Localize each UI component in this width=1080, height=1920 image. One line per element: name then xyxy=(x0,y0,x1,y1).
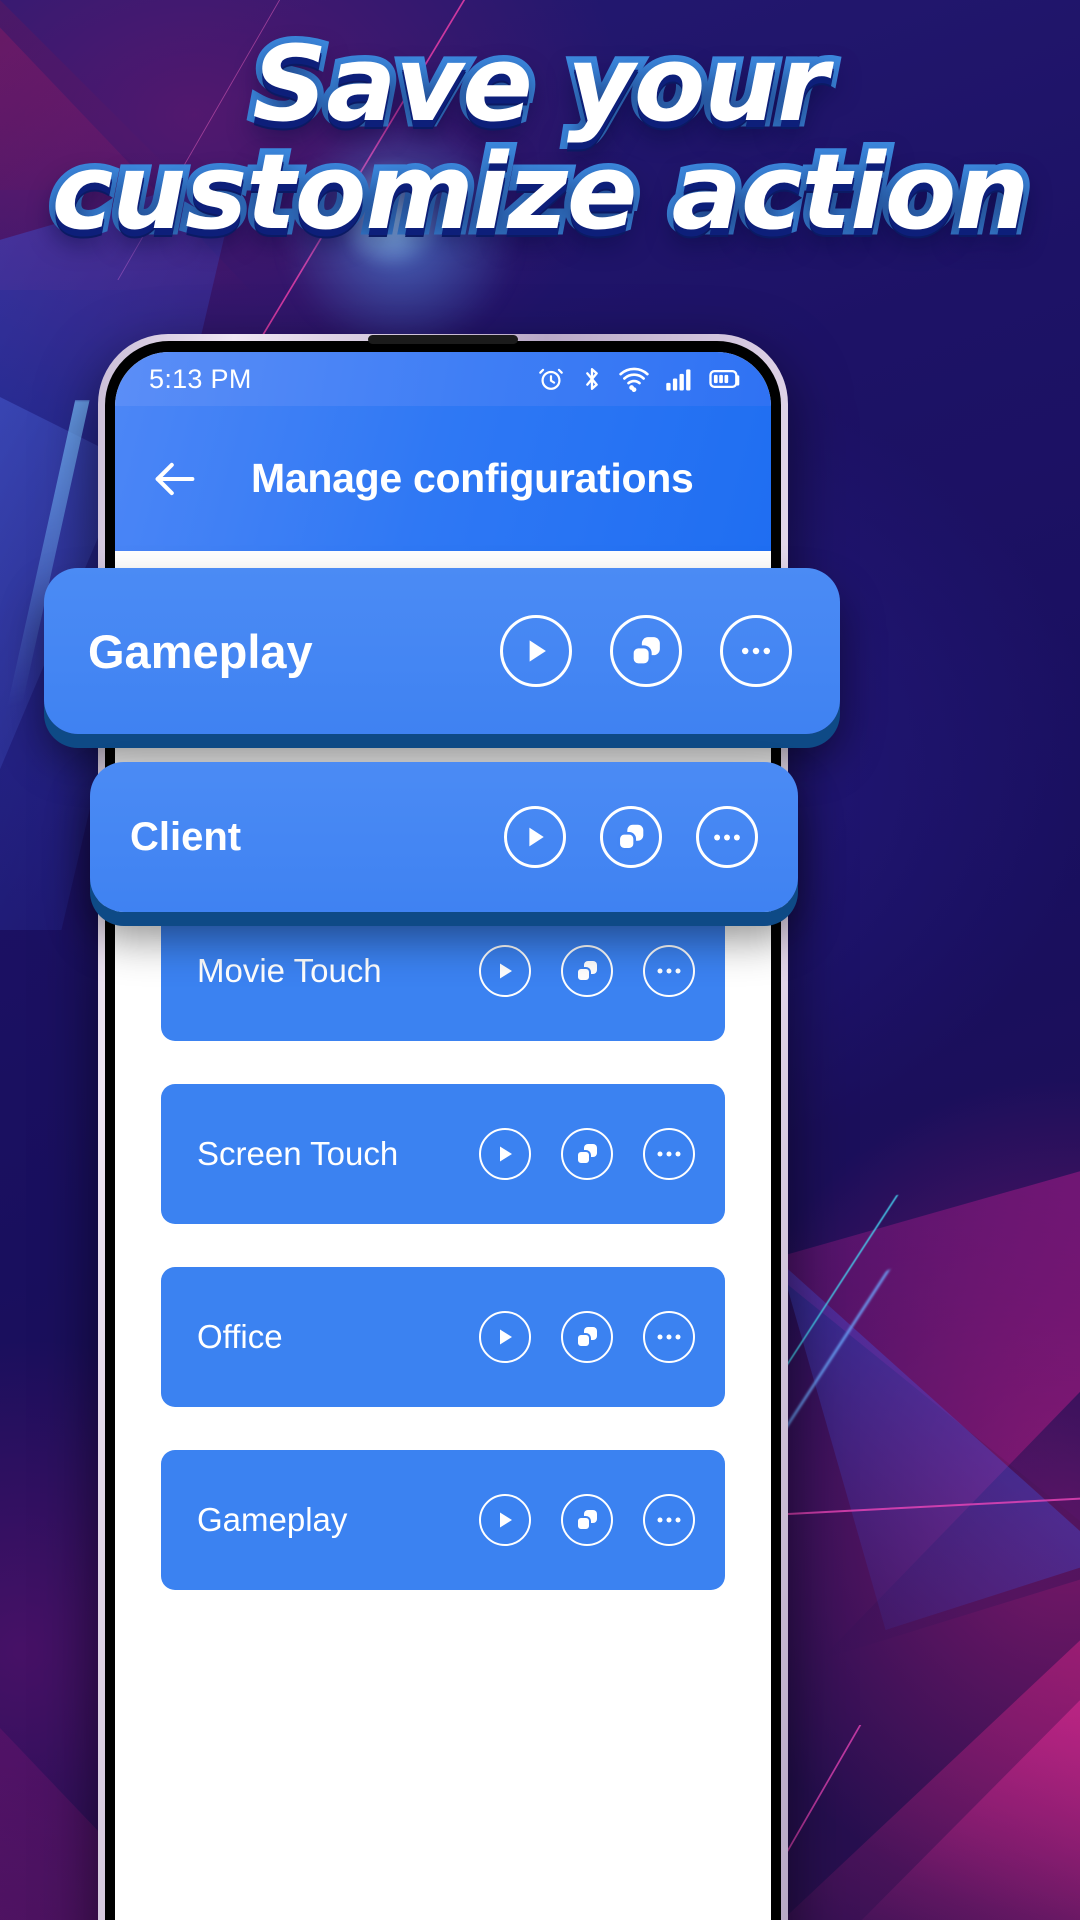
config-actions xyxy=(500,615,792,687)
highlight-card-client[interactable]: Client xyxy=(90,762,798,912)
phone-earpiece-speaker xyxy=(368,335,518,344)
play-button[interactable] xyxy=(479,1494,531,1546)
config-name: Client xyxy=(130,814,242,859)
duplicate-button[interactable] xyxy=(561,945,613,997)
decor-wedge-right-2 xyxy=(780,1262,1080,1630)
play-button[interactable] xyxy=(504,806,566,868)
decor-neon-line-pink xyxy=(760,1495,1080,1527)
copy-icon xyxy=(576,1144,597,1165)
status-bar-icons xyxy=(537,365,741,393)
decor-wedge-right-dark xyxy=(820,1330,1080,1660)
more-options-button[interactable] xyxy=(720,615,792,687)
play-button[interactable] xyxy=(479,1128,531,1180)
play-button[interactable] xyxy=(479,1311,531,1363)
config-name: Movie Touch xyxy=(197,952,382,989)
config-name: Gameplay xyxy=(197,1501,348,1538)
play-icon xyxy=(529,827,544,847)
decor-wedge-right-4 xyxy=(842,1680,1080,1920)
play-icon xyxy=(500,1146,512,1162)
battery-icon xyxy=(709,369,740,389)
status-bar-time: 5:13 PM xyxy=(149,363,252,394)
play-icon xyxy=(500,1512,512,1528)
play-button[interactable] xyxy=(500,615,572,687)
copy-icon xyxy=(630,637,660,667)
more-horizontal-icon xyxy=(714,834,740,840)
duplicate-button[interactable] xyxy=(610,615,682,687)
page-title: Manage configurations xyxy=(251,455,694,501)
config-actions xyxy=(479,1128,695,1180)
more-options-button[interactable] xyxy=(643,945,695,997)
cellular-signal-icon xyxy=(666,369,691,391)
more-horizontal-icon xyxy=(657,1151,681,1157)
back-arrow-icon[interactable] xyxy=(149,453,201,505)
highlight-card-gameplay[interactable]: Gameplay xyxy=(44,568,840,734)
more-options-button[interactable] xyxy=(643,1128,695,1180)
duplicate-button[interactable] xyxy=(561,1494,613,1546)
copy-icon xyxy=(576,961,597,982)
duplicate-button[interactable] xyxy=(561,1128,613,1180)
status-bar: 5:13 PM xyxy=(115,352,771,406)
more-horizontal-icon xyxy=(657,968,681,974)
more-horizontal-icon xyxy=(657,1334,681,1340)
config-actions xyxy=(479,945,695,997)
configuration-list[interactable]: Movie Touch Screen Touch Office Gameplay xyxy=(115,551,771,1920)
bluetooth-icon xyxy=(586,368,598,390)
more-options-button[interactable] xyxy=(696,806,758,868)
app-bar: Manage configurations xyxy=(115,406,771,551)
headline-line-1: Save your xyxy=(246,23,835,145)
list-item[interactable]: Office xyxy=(161,1267,725,1407)
play-icon xyxy=(500,1329,512,1345)
list-item[interactable]: Movie Touch xyxy=(161,901,725,1041)
decor-wedge-right-1 xyxy=(760,1140,1080,1610)
headline-line-2: customize action xyxy=(45,130,1036,253)
config-name: Gameplay xyxy=(88,624,313,678)
decor-wedge-right-3 xyxy=(740,1584,1080,1920)
config-name: Office xyxy=(197,1318,283,1355)
play-icon xyxy=(500,963,512,979)
wifi-icon xyxy=(619,367,649,392)
duplicate-button[interactable] xyxy=(561,1311,613,1363)
copy-icon xyxy=(576,1510,597,1531)
list-item[interactable]: Gameplay xyxy=(161,1450,725,1590)
list-item[interactable]: Screen Touch xyxy=(161,1084,725,1224)
config-actions xyxy=(504,806,758,868)
config-name: Screen Touch xyxy=(197,1135,399,1172)
promo-headline: Save your customize action xyxy=(0,23,1080,253)
more-horizontal-icon xyxy=(741,647,771,655)
play-button[interactable] xyxy=(479,945,531,997)
config-actions xyxy=(479,1311,695,1363)
more-horizontal-icon xyxy=(657,1517,681,1523)
copy-icon xyxy=(617,824,644,851)
more-options-button[interactable] xyxy=(643,1494,695,1546)
copy-icon xyxy=(576,1327,597,1348)
more-options-button[interactable] xyxy=(643,1311,695,1363)
play-icon xyxy=(529,640,546,662)
config-actions xyxy=(479,1494,695,1546)
alarm-icon xyxy=(539,368,563,390)
duplicate-button[interactable] xyxy=(600,806,662,868)
